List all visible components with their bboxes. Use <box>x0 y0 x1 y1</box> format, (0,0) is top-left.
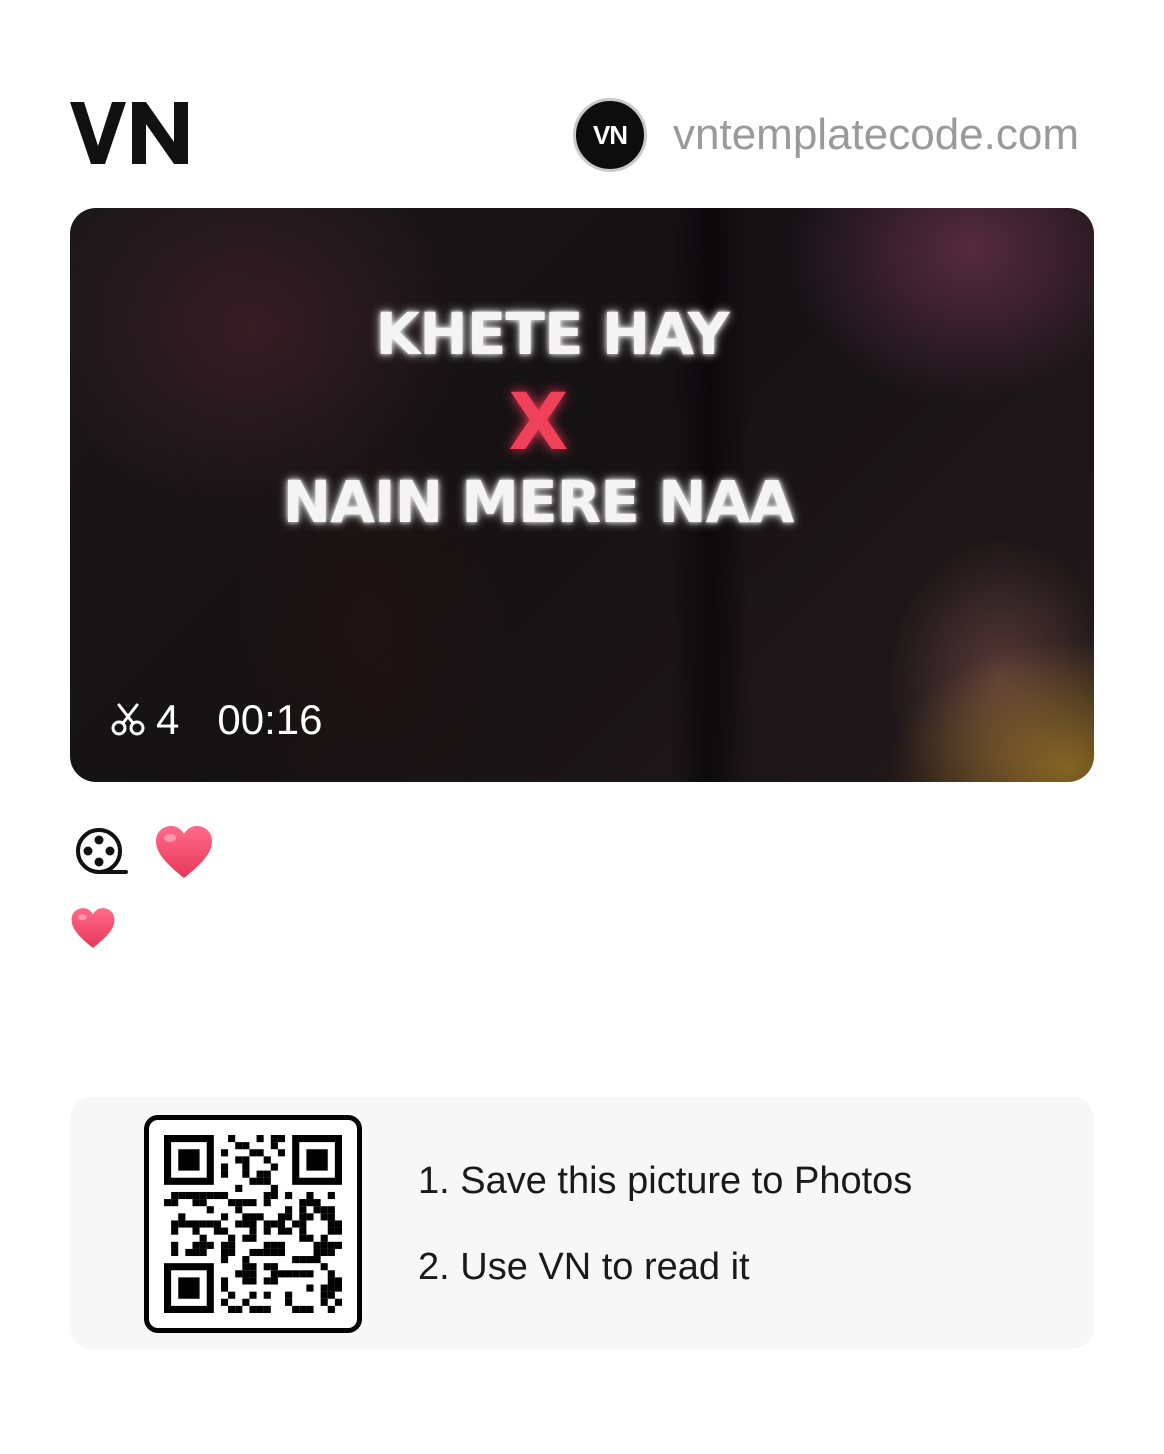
video-duration: 00:16 <box>217 696 323 743</box>
overlay-title-line2: NAIN MERE NAA <box>282 468 795 536</box>
instruction-step-2: 2. Use VN to read it <box>418 1246 750 1288</box>
instructions: 1. Save this picture to Photos 2. Use VN… <box>418 1159 912 1289</box>
video-preview[interactable]: KHETE HAY X NAIN MERE NAA 4 00:16 <box>70 208 1094 782</box>
author-info[interactable]: VN vntemplatecode.com <box>573 98 1089 172</box>
qr-code-icon <box>164 1135 342 1313</box>
template-share-card: VN vntemplatecode.com KHETE HAY X NAIN M… <box>0 0 1164 1454</box>
qr-panel: 1. Save this picture to Photos 2. Use VN… <box>70 1097 1094 1349</box>
clip-count: 4 <box>156 696 180 743</box>
scissors-icon <box>111 703 145 736</box>
qr-code <box>144 1115 362 1333</box>
author-avatar[interactable]: VN <box>573 98 647 172</box>
heart-icon[interactable] <box>154 824 214 880</box>
vn-logo <box>70 102 188 164</box>
video-meta: 4 00:16 <box>110 696 322 744</box>
caption-heart-icon <box>71 908 115 948</box>
overlay-title-line1: KHETE HAY <box>375 300 729 368</box>
author-name[interactable]: vntemplatecode.com <box>673 110 1089 160</box>
overlay-title-x: X <box>508 378 568 468</box>
film-reel-icon[interactable] <box>74 826 128 878</box>
avatar-label: VN <box>592 119 628 150</box>
instruction-step-1: 1. Save this picture to Photos <box>418 1160 913 1202</box>
